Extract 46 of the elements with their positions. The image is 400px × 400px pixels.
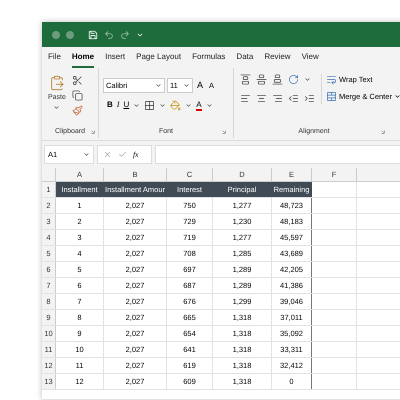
save-icon[interactable] — [88, 30, 98, 40]
ribbon-tab[interactable]: Insert — [105, 51, 126, 68]
decrease-indent-icon[interactable] — [288, 93, 299, 104]
align-bottom-icon[interactable] — [272, 74, 283, 85]
align-left-icon[interactable] — [240, 93, 251, 104]
caret-icon — [53, 104, 60, 110]
underline-button[interactable]: U — [123, 99, 130, 111]
undo-icon[interactable] — [104, 30, 114, 40]
caret-icon — [155, 82, 162, 89]
borders-icon[interactable] — [144, 100, 156, 110]
bold-button[interactable]: B — [107, 99, 113, 111]
ribbon-tab[interactable]: Data — [236, 51, 254, 68]
caret-icon — [183, 82, 190, 89]
ribbon-tab[interactable]: File — [48, 51, 61, 68]
caret-icon — [185, 102, 192, 108]
orientation-icon[interactable] — [288, 74, 299, 85]
caret-icon — [206, 102, 213, 108]
increase-indent-icon[interactable] — [304, 93, 315, 104]
align-right-icon[interactable] — [272, 93, 283, 104]
ribbon-tab[interactable]: Page Layout — [136, 51, 182, 68]
paintbrush-icon[interactable] — [72, 105, 83, 116]
wrap-text-icon — [326, 74, 337, 86]
font-color-button[interactable]: A — [196, 100, 202, 110]
grow-font-button[interactable]: A — [195, 78, 206, 92]
align-middle-icon[interactable] — [256, 74, 267, 85]
caret-icon — [304, 76, 311, 83]
clipboard-icon — [48, 73, 65, 93]
dialog-launcher-icon[interactable] — [380, 129, 386, 135]
italic-button[interactable]: I — [116, 99, 120, 111]
ribbon-tab[interactable]: View — [302, 51, 319, 68]
caret-icon — [394, 93, 400, 100]
caret-icon — [133, 102, 140, 108]
caret-icon — [159, 102, 166, 108]
merge-cells-icon — [326, 91, 337, 102]
copy-icon[interactable] — [72, 90, 83, 101]
ribbon-tab[interactable]: Review — [264, 51, 291, 68]
formula-input[interactable] — [155, 145, 400, 164]
ribbon-tab[interactable]: Formulas — [192, 51, 226, 68]
caret-icon — [83, 151, 90, 158]
align-top-icon[interactable] — [240, 74, 251, 85]
align-center-icon[interactable] — [256, 93, 267, 104]
dialog-launcher-icon[interactable] — [221, 129, 227, 135]
redo-icon[interactable] — [120, 30, 130, 40]
scissors-icon[interactable] — [72, 75, 83, 86]
fill-color-icon[interactable] — [170, 100, 182, 110]
dialog-launcher-icon[interactable] — [90, 129, 96, 135]
